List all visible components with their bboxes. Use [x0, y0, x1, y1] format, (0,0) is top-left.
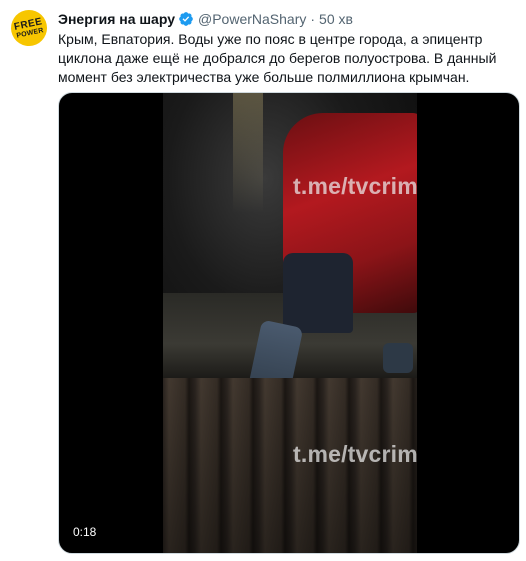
video-player[interactable]: t.me/tvcrimea24 t.me/tvcrimea24 0:18: [58, 92, 520, 554]
display-name[interactable]: Энергия на шару: [58, 11, 175, 27]
video-duration: 0:18: [67, 523, 103, 541]
video-watermark-top: t.me/tvcrimea24: [293, 173, 417, 199]
tweet-text: Крым, Евпатория. Воды уже по пояс в цент…: [58, 31, 497, 85]
video-reflection: [233, 93, 263, 213]
tweet-timestamp[interactable]: 50 хв: [319, 11, 353, 27]
video-watermark-bottom: t.me/tvcrimea24: [293, 441, 417, 467]
video-pants: [283, 253, 353, 333]
video-frame[interactable]: t.me/tvcrimea24 t.me/tvcrimea24: [163, 93, 417, 553]
verified-badge-icon: [178, 11, 194, 27]
tweet-header: Энергия на шару @PowerNaShary · 50 хв: [58, 9, 506, 29]
user-handle[interactable]: @PowerNaShary: [198, 11, 306, 27]
video-boot-second: [383, 343, 413, 373]
profile-avatar[interactable]: FREE POWER: [7, 6, 51, 50]
separator-dot: ·: [310, 11, 316, 27]
